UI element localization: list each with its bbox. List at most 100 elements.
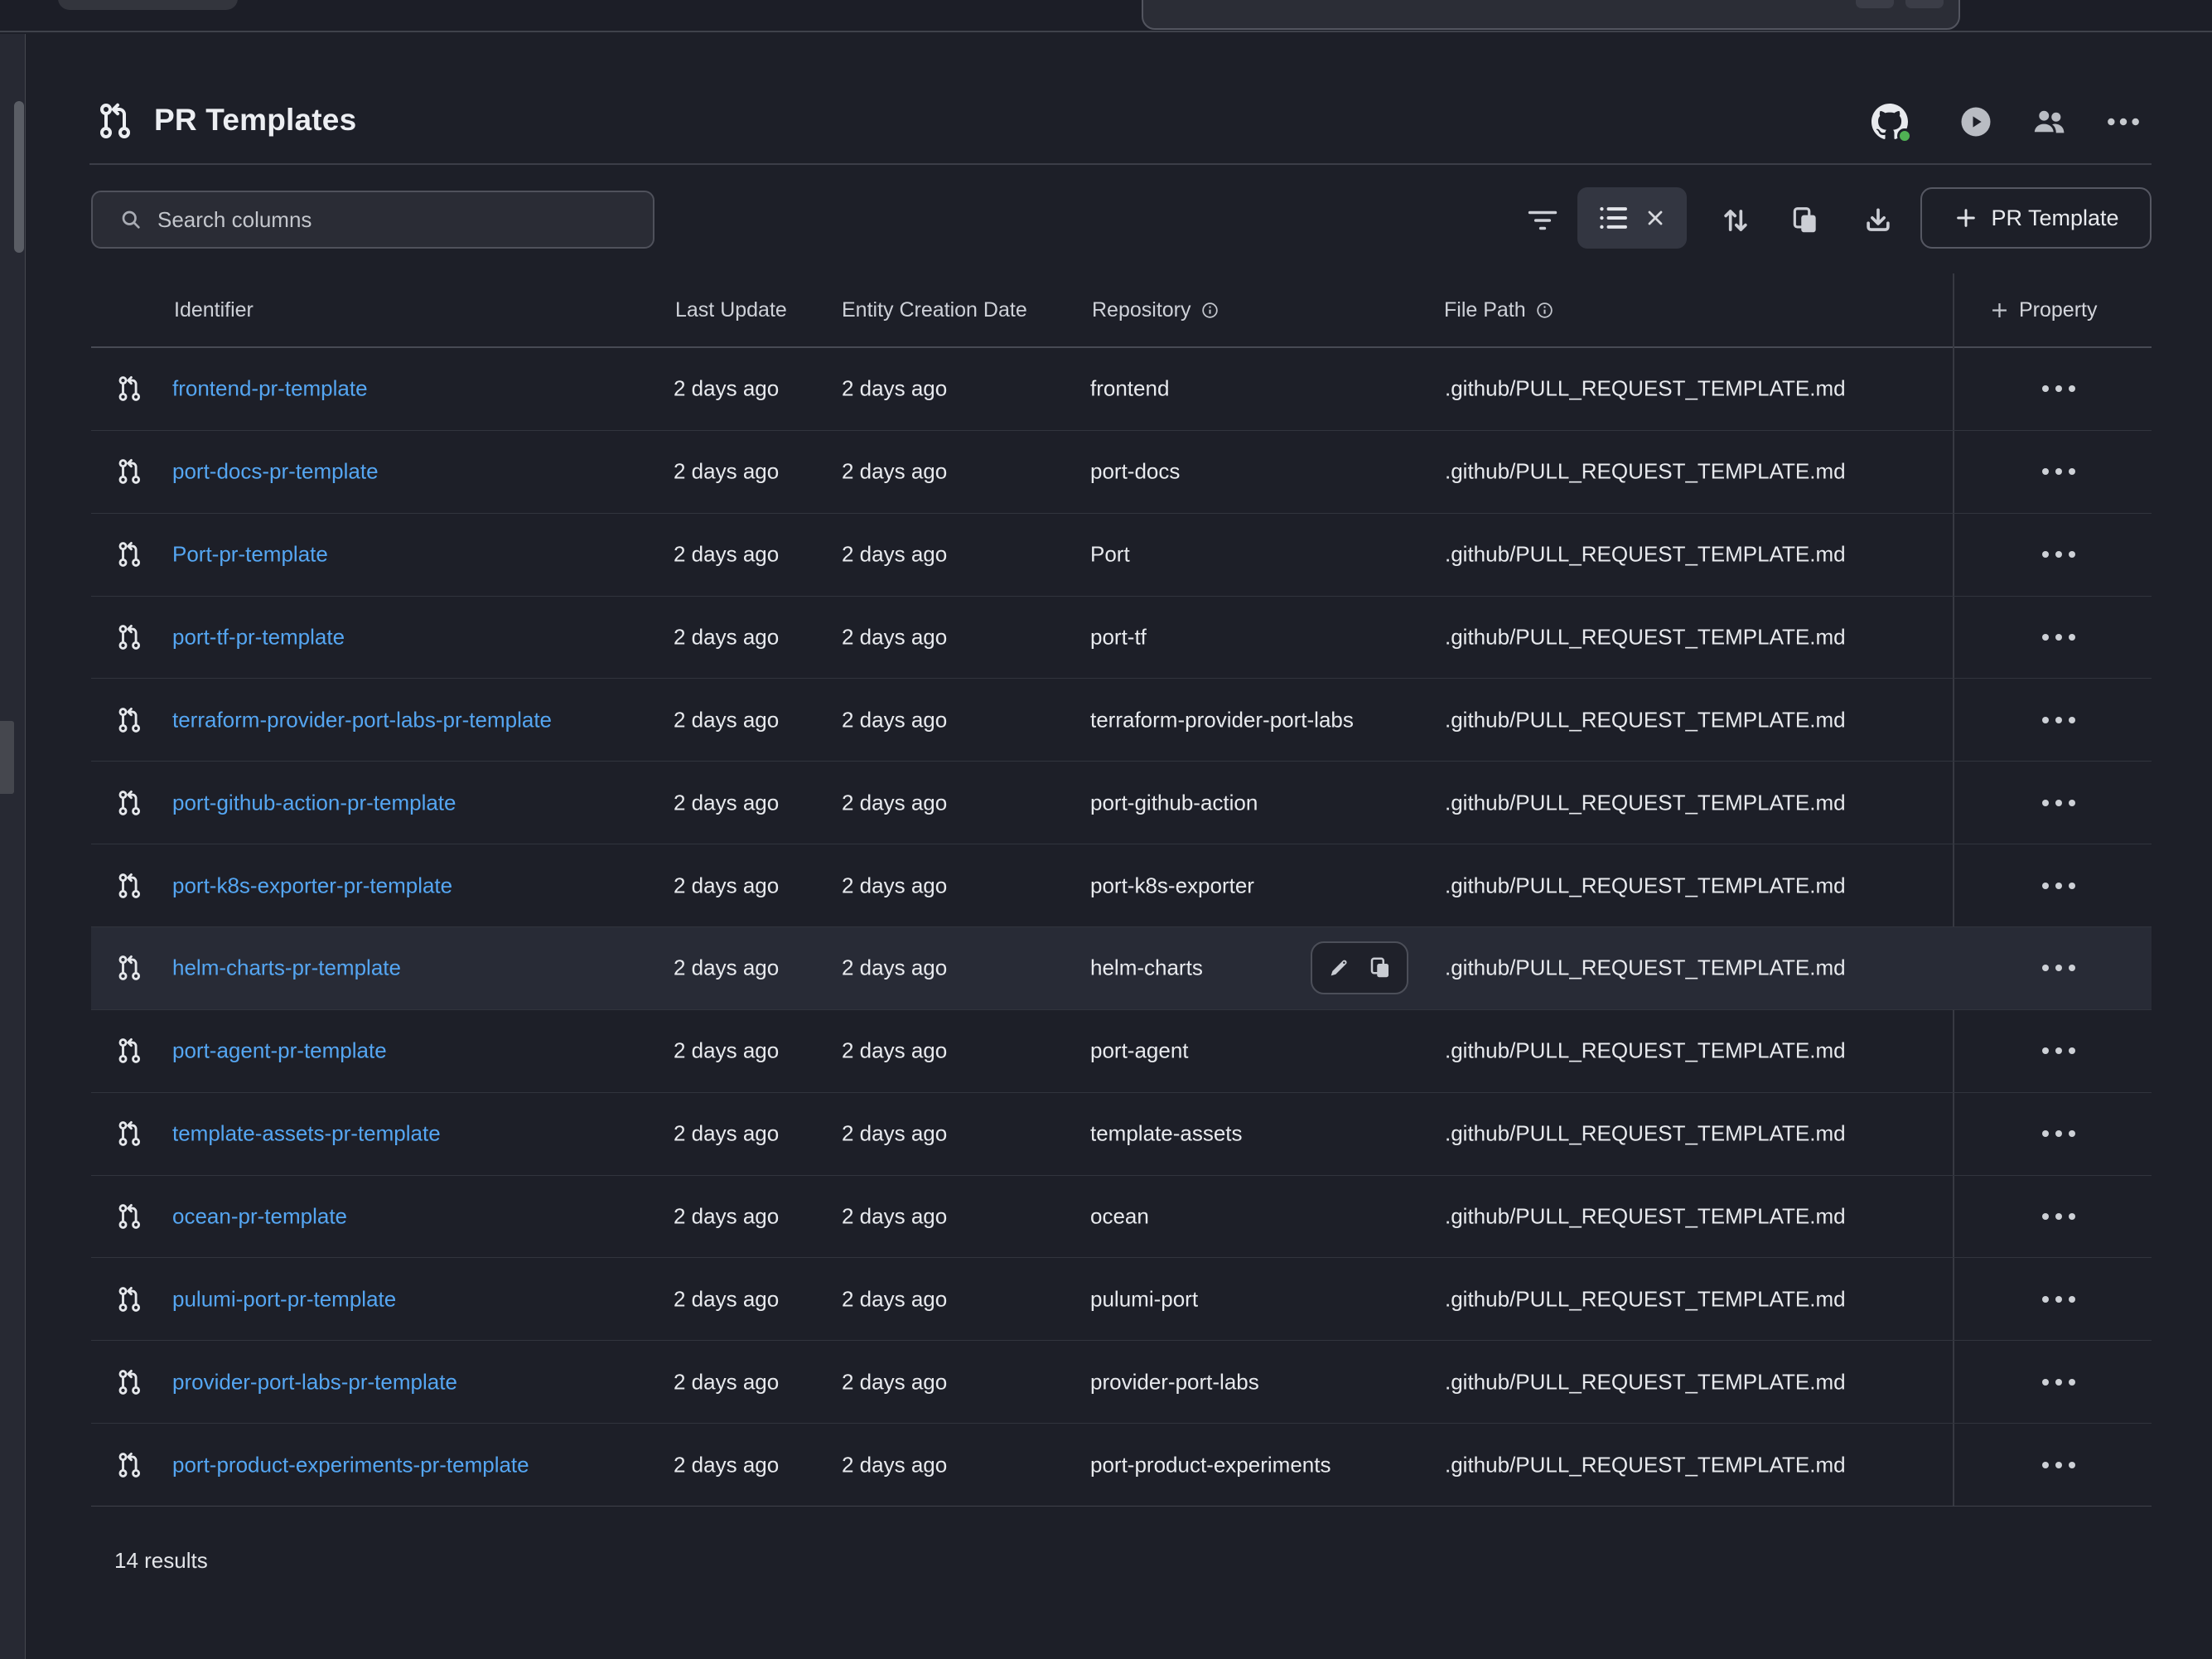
keyboard-hint-key [1905, 0, 1944, 8]
left-rail [0, 34, 26, 1659]
copy-icon[interactable] [1368, 955, 1393, 980]
filter-icon[interactable] [1527, 205, 1558, 236]
view-toggle-group [1577, 187, 1687, 249]
table-row: port-agent-pr-template 2 days ago 2 days… [91, 1010, 2152, 1093]
last-update-cell: 2 days ago [674, 1204, 779, 1230]
row-actions-button[interactable] [2034, 431, 2084, 513]
topbar-button-partial[interactable] [58, 0, 238, 10]
close-icon[interactable] [1644, 206, 1667, 230]
row-actions-button[interactable] [2034, 679, 2084, 761]
row-actions-button[interactable] [2034, 1424, 2084, 1506]
table-row: port-tf-pr-template 2 days ago 2 days ag… [91, 597, 2152, 680]
search-icon [119, 208, 142, 231]
identifier-link[interactable]: port-github-action-pr-template [172, 790, 456, 815]
entity-creation-date-cell: 2 days ago [842, 1369, 947, 1395]
column-search[interactable] [91, 191, 654, 249]
identifier-link[interactable]: provider-port-labs-pr-template [172, 1369, 457, 1395]
row-actions-button[interactable] [2034, 927, 2084, 1009]
git-pull-request-icon [116, 872, 144, 900]
entity-creation-date-cell: 2 days ago [842, 873, 947, 898]
last-update-cell: 2 days ago [674, 1369, 779, 1395]
header-divider [89, 163, 2152, 165]
add-pr-template-button[interactable]: PR Template [1920, 187, 2152, 249]
more-options-icon[interactable] [2104, 103, 2142, 141]
results-count: 14 results [114, 1548, 208, 1574]
last-update-cell: 2 days ago [674, 1038, 779, 1064]
git-pull-request-icon [116, 1451, 144, 1479]
entity-creation-date-cell: 2 days ago [842, 707, 947, 733]
row-actions-button[interactable] [2034, 1258, 2084, 1340]
repository-cell: pulumi-port [1090, 1286, 1198, 1312]
list-view-icon[interactable] [1597, 202, 1629, 234]
identifier-link[interactable]: port-tf-pr-template [172, 625, 345, 651]
table-row: port-k8s-exporter-pr-template 2 days ago… [91, 844, 2152, 927]
search-input[interactable] [157, 207, 653, 233]
git-pull-request-icon [116, 954, 144, 982]
users-icon[interactable] [2030, 103, 2068, 141]
repository-cell: port-docs [1090, 459, 1180, 485]
repository-cell: port-github-action [1090, 790, 1258, 815]
repository-cell: port-agent [1090, 1038, 1189, 1064]
table-body: frontend-pr-template 2 days ago 2 days a… [91, 348, 2152, 1507]
entity-creation-date-cell: 2 days ago [842, 955, 947, 981]
add-property-button[interactable]: Property [1988, 273, 2097, 346]
last-update-cell: 2 days ago [674, 625, 779, 651]
row-actions-button[interactable] [2034, 597, 2084, 679]
identifier-link[interactable]: ocean-pr-template [172, 1204, 347, 1230]
keyboard-hint-key [1856, 0, 1894, 8]
identifier-link[interactable]: port-k8s-exporter-pr-template [172, 873, 452, 898]
plus-icon [1988, 299, 2011, 322]
repository-cell: template-assets [1090, 1121, 1243, 1147]
file-path-cell: .github/PULL_REQUEST_TEMPLATE.md [1445, 1038, 1846, 1064]
identifier-link[interactable]: terraform-provider-port-labs-pr-template [172, 707, 552, 733]
row-actions-button[interactable] [2034, 348, 2084, 430]
column-header-file-path: File Path [1444, 273, 1555, 346]
last-update-cell: 2 days ago [674, 459, 779, 485]
last-update-cell: 2 days ago [674, 1121, 779, 1147]
file-path-cell: .github/PULL_REQUEST_TEMPLATE.md [1445, 1286, 1846, 1312]
identifier-link[interactable]: port-agent-pr-template [172, 1038, 387, 1064]
info-icon[interactable] [1200, 300, 1220, 321]
sidebar-collapsed-handle[interactable] [0, 721, 14, 794]
copy-icon[interactable] [1789, 205, 1821, 236]
identifier-link[interactable]: port-docs-pr-template [172, 459, 379, 485]
table-row: ocean-pr-template 2 days ago 2 days ago … [91, 1176, 2152, 1259]
sort-icon[interactable] [1720, 205, 1751, 236]
run-icon[interactable] [1957, 103, 1995, 141]
identifier-link[interactable]: template-assets-pr-template [172, 1121, 441, 1147]
row-actions-button[interactable] [2034, 1093, 2084, 1175]
identifier-link[interactable]: pulumi-port-pr-template [172, 1286, 396, 1312]
last-update-cell: 2 days ago [674, 1452, 779, 1478]
github-icon[interactable] [1871, 103, 1909, 141]
identifier-link[interactable]: helm-charts-pr-template [172, 955, 401, 981]
identifier-link[interactable]: Port-pr-template [172, 542, 328, 568]
identifier-link[interactable]: frontend-pr-template [172, 376, 368, 402]
table-row: terraform-provider-port-labs-pr-template… [91, 679, 2152, 762]
table-row: provider-port-labs-pr-template 2 days ag… [91, 1341, 2152, 1424]
row-actions-button[interactable] [2034, 762, 2084, 844]
git-pull-request-icon [96, 101, 136, 141]
download-icon[interactable] [1862, 205, 1894, 236]
row-actions-button[interactable] [2034, 844, 2084, 926]
file-path-cell: .github/PULL_REQUEST_TEMPLATE.md [1445, 1204, 1846, 1230]
table-row: port-github-action-pr-template 2 days ag… [91, 762, 2152, 844]
entity-creation-date-cell: 2 days ago [842, 1038, 947, 1064]
status-online-dot [1897, 128, 1912, 143]
entity-creation-date-cell: 2 days ago [842, 459, 947, 485]
git-pull-request-icon [116, 540, 144, 568]
row-actions-button[interactable] [2034, 514, 2084, 596]
identifier-link[interactable]: port-product-experiments-pr-template [172, 1452, 529, 1478]
column-header-entity-creation-date: Entity Creation Date [842, 273, 1027, 346]
row-actions-button[interactable] [2034, 1010, 2084, 1092]
info-icon[interactable] [1534, 300, 1555, 321]
last-update-cell: 2 days ago [674, 542, 779, 568]
scrollbar-thumb[interactable] [14, 101, 24, 253]
table-row: Port-pr-template 2 days ago 2 days ago P… [91, 514, 2152, 597]
row-actions-button[interactable] [2034, 1341, 2084, 1423]
row-actions-button[interactable] [2034, 1176, 2084, 1258]
column-header-last-update: Last Update [675, 273, 787, 346]
file-path-cell: .github/PULL_REQUEST_TEMPLATE.md [1445, 1452, 1846, 1478]
entity-creation-date-cell: 2 days ago [842, 1121, 947, 1147]
edit-icon[interactable] [1326, 955, 1351, 980]
global-search-bar-partial[interactable] [1142, 0, 1960, 30]
